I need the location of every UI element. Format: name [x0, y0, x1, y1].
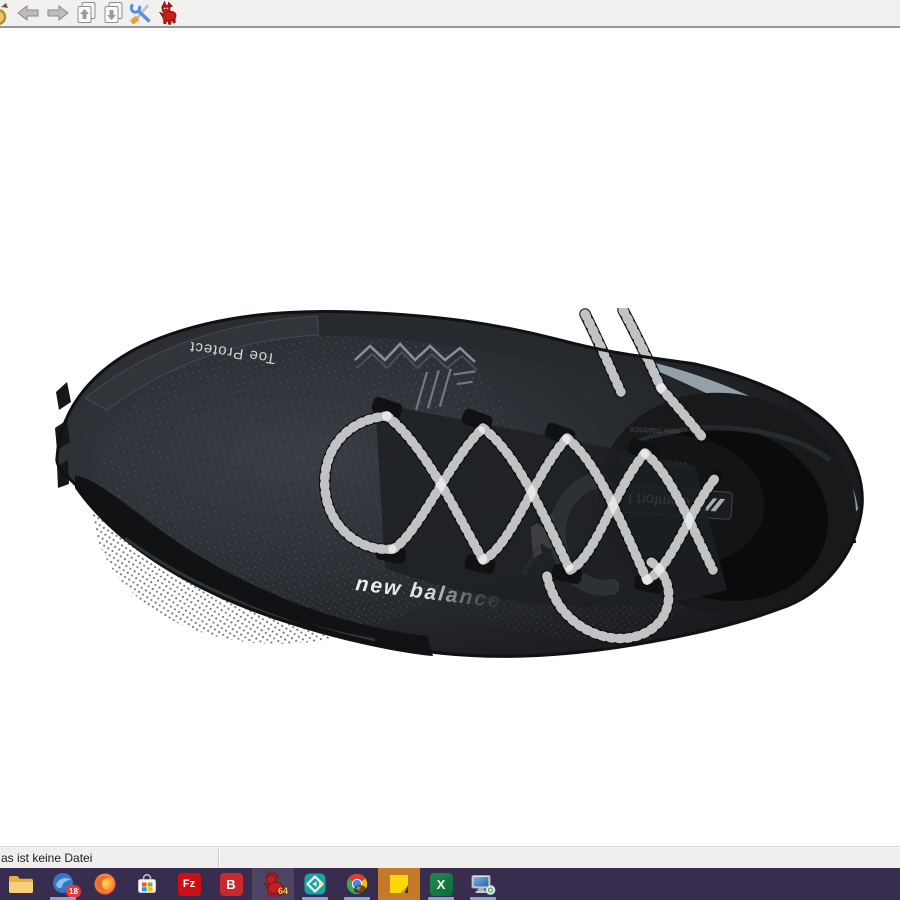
statusbar-divider	[218, 849, 219, 867]
taskbar-item-filezilla[interactable]: Fz	[168, 868, 210, 900]
desktop-screen: Toe Protect	[0, 0, 900, 900]
product-image-shoe: Toe Protect	[55, 308, 865, 660]
microsoft-store-icon	[135, 872, 159, 896]
irfanview-logo-button[interactable]	[154, 0, 180, 26]
forward-arrow-button[interactable]	[43, 0, 73, 26]
clipped-gold-icon[interactable]	[0, 0, 10, 26]
taskbar-item-microsoft-store[interactable]	[126, 868, 168, 900]
taskbar-item-file-explorer[interactable]	[0, 868, 42, 900]
teal-app-icon	[303, 872, 327, 896]
image-viewer-toolbar	[0, 0, 900, 28]
remote-desktop-icon	[470, 872, 496, 896]
taskbar-item-irfanview[interactable]: 64	[252, 868, 294, 900]
taskbar-item-b-app[interactable]: B	[210, 868, 252, 900]
tools-button[interactable]	[127, 0, 154, 26]
taskbar-item-excel[interactable]: X	[420, 868, 462, 900]
taskbar-item-remote-desktop[interactable]	[462, 868, 504, 900]
b-app-icon: B	[220, 873, 243, 896]
taskbar-item-teal-app[interactable]	[294, 868, 336, 900]
image-viewer-canvas: Toe Protect	[0, 28, 900, 846]
taskbar-item-chrome[interactable]	[336, 868, 378, 900]
page-copy-up-icon	[75, 1, 99, 25]
excel-icon: X	[430, 873, 453, 896]
taskbar-item-firefox[interactable]	[84, 868, 126, 900]
tools-icon	[129, 1, 153, 25]
page-copy-down-button[interactable]	[100, 0, 127, 26]
statusbar: as ist keine Datei	[0, 846, 900, 869]
back-arrow-icon	[15, 3, 41, 23]
filezilla-icon: Fz	[178, 873, 201, 896]
status-message: as ist keine Datei	[0, 851, 92, 865]
taskbar-item-sticky-notes[interactable]	[378, 868, 420, 900]
back-arrow-button[interactable]	[13, 0, 43, 26]
sticky-notes-icon	[387, 872, 411, 896]
tongue-brand-text: new balance	[629, 425, 680, 437]
page-copy-up-button[interactable]	[73, 0, 100, 26]
irfanview-logo-icon	[156, 1, 179, 25]
firefox-icon	[93, 872, 117, 896]
taskbar-item-thunderbird[interactable]: 18	[42, 868, 84, 900]
irfanview-64-badge: 64	[278, 886, 288, 896]
file-explorer-icon	[8, 873, 34, 895]
forward-arrow-icon	[45, 3, 71, 23]
taskbar: 18 Fz	[0, 868, 900, 900]
page-copy-down-icon	[102, 1, 126, 25]
chrome-icon	[345, 872, 369, 896]
svg-text:new balance: new balance	[629, 425, 680, 437]
